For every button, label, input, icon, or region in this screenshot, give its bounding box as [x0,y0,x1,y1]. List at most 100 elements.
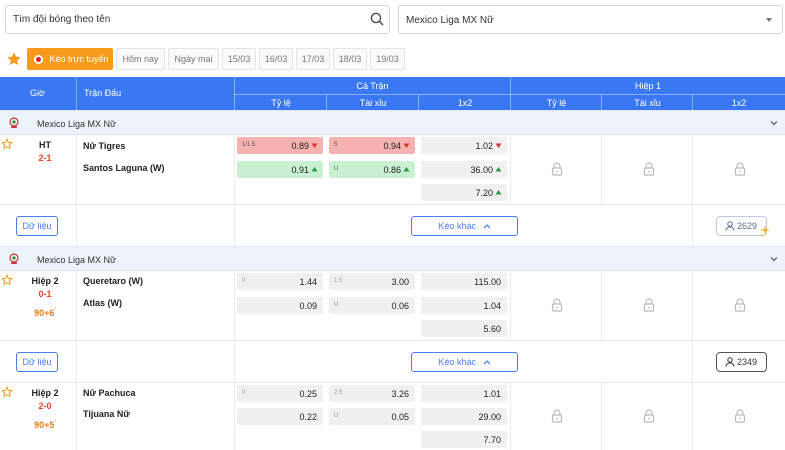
odds-cell[interactable]: 0 1.44 [237,273,323,290]
col-1x2: 1x2 [457,98,473,108]
away-team: Tijuana Nữ [83,409,130,419]
odds-cell[interactable]: 1/1.5 0.89 [237,137,323,154]
arrow-down-icon [403,143,410,148]
day-tab[interactable]: 18/03 [333,48,367,70]
chevron-down-icon [766,18,772,22]
day-tab[interactable]: 17/03 [296,48,330,70]
odds-cell[interactable]: 1.04 [421,297,507,314]
league-select-value: Mexico Liga MX Nữ [406,15,494,26]
live-dot-icon [34,55,43,64]
league-header[interactable]: Mexico Liga MX Nữ [0,246,785,271]
more-odds-button[interactable]: Kèo khác [411,216,518,236]
favorite-star-icon[interactable] [1,386,13,398]
live-odds-button[interactable]: Kèo trực tuyến [27,48,113,70]
match-row: HT 2-1 Nữ Tigres Santos Laguna (W) 1/1.5… [0,135,785,205]
lock-icon [643,162,655,176]
chevron-down-icon[interactable] [769,254,779,264]
chevron-up-icon [483,360,490,365]
odds-cell[interactable]: U 0.86 [329,161,415,178]
team-search[interactable] [5,5,390,34]
league-header[interactable]: Mexico Liga MX Nữ [0,110,785,135]
away-team: Santos Laguna (W) [83,163,165,173]
odds-cell[interactable]: 0.22 [237,408,323,425]
odds-cell[interactable]: 7.20 [421,184,507,201]
odds-cell[interactable]: 115.00 [421,273,507,290]
lock-icon [643,409,655,423]
league-select[interactable]: Mexico Liga MX Nữ [398,5,783,34]
match-minute: 90+5' [34,420,56,430]
arrow-down-icon [495,143,502,148]
home-team: Nữ Pachuca [83,388,136,398]
home-team: Queretaro (W) [83,276,144,286]
match-score: 2-0 [38,401,52,411]
arrow-up-icon [311,167,318,172]
col-half1: Hiệp 1 [634,81,661,91]
odds-cell[interactable]: 2.5 3.26 [329,385,415,402]
odds-cell[interactable]: 1.5 3.00 [329,273,415,290]
lock-icon [734,162,746,176]
match-status: Hiệp 2 [31,276,59,286]
col-overunder: Tài xỉu [359,98,387,108]
match-status: Hiệp 2 [31,388,59,398]
odds-cell[interactable]: 1.02 [421,137,507,154]
col-h1-overunder: Tài xỉu [634,98,661,108]
data-button[interactable]: Dữ liệu [16,216,58,236]
odds-cell[interactable]: 1.01 [421,385,507,402]
match-score: 2-1 [38,153,52,163]
col-handicap: Tỷ lệ [271,98,291,108]
odds-cell[interactable]: 0.91 [237,161,323,178]
search-icon[interactable] [370,12,384,26]
day-tab[interactable]: 19/03 [370,48,405,70]
col-time: Giờ [30,88,45,98]
lock-icon [551,298,563,312]
day-tab[interactable]: Hôm nay [116,48,165,70]
match-score: 0-1 [38,289,52,299]
league-name: Mexico Liga MX Nữ [37,255,117,265]
odds-cell[interactable]: 7.70 [421,431,507,448]
lock-icon [551,409,563,423]
user-icon [725,357,735,367]
odds-cell[interactable]: 36.00 [421,161,507,178]
odds-cell[interactable]: 0 0.25 [237,385,323,402]
arrow-down-icon [311,143,318,148]
favorites-star-icon[interactable] [6,51,22,67]
odds-cell[interactable]: U 0.05 [329,408,415,425]
odds-cell[interactable]: 5.60 [421,320,507,337]
odds-cell[interactable]: U 0.06 [329,297,415,314]
col-h1-1x2: 1x2 [731,98,747,108]
search-input[interactable] [6,6,366,33]
home-team: Nữ Tigres [83,141,126,151]
col-match: Trận Đấu [84,88,122,98]
odds-cell[interactable]: 29.00 [421,408,507,425]
sparkle-icon [760,225,770,237]
day-tab[interactable]: 15/03 [222,48,256,70]
lock-icon [643,298,655,312]
league-logo-icon [9,253,19,264]
league-name: Mexico Liga MX Nữ [37,119,117,129]
favorite-star-icon[interactable] [1,138,13,150]
arrow-up-icon [403,167,410,172]
chevron-up-icon [483,224,490,229]
odds-cell[interactable]: 5 0.94 [329,137,415,154]
col-h1-handicap: Tỷ lệ [546,98,567,108]
col-full-match: Cả Trận [356,81,389,91]
away-team: Atlas (W) [83,298,122,308]
more-odds-button[interactable]: Kèo khác [411,352,518,372]
match-minute: 90+6' [34,308,56,318]
favorite-star-icon[interactable] [1,274,13,286]
day-tab[interactable]: Ngày mai [168,48,219,70]
match-status: HT [39,140,51,150]
data-button[interactable]: Dữ liệu [16,352,58,372]
odds-table-header: Giờ Trận Đấu Cả Trận Hiệp 1 Tỷ lệ Tài xỉ… [0,77,785,110]
league-logo-icon [9,117,19,128]
odds-cell[interactable]: 0.09 [237,297,323,314]
chevron-down-icon[interactable] [769,118,779,128]
match-footer: Dữ liệu Kèo khác 2629 [0,205,785,247]
lock-icon [734,409,746,423]
lock-icon [734,298,746,312]
day-tab[interactable]: 16/03 [259,48,293,70]
user-icon [725,221,735,231]
lock-icon [551,162,563,176]
viewers-count: 2349 [716,352,767,372]
match-footer: Dữ liệu Kèo khác 2349 [0,341,785,383]
